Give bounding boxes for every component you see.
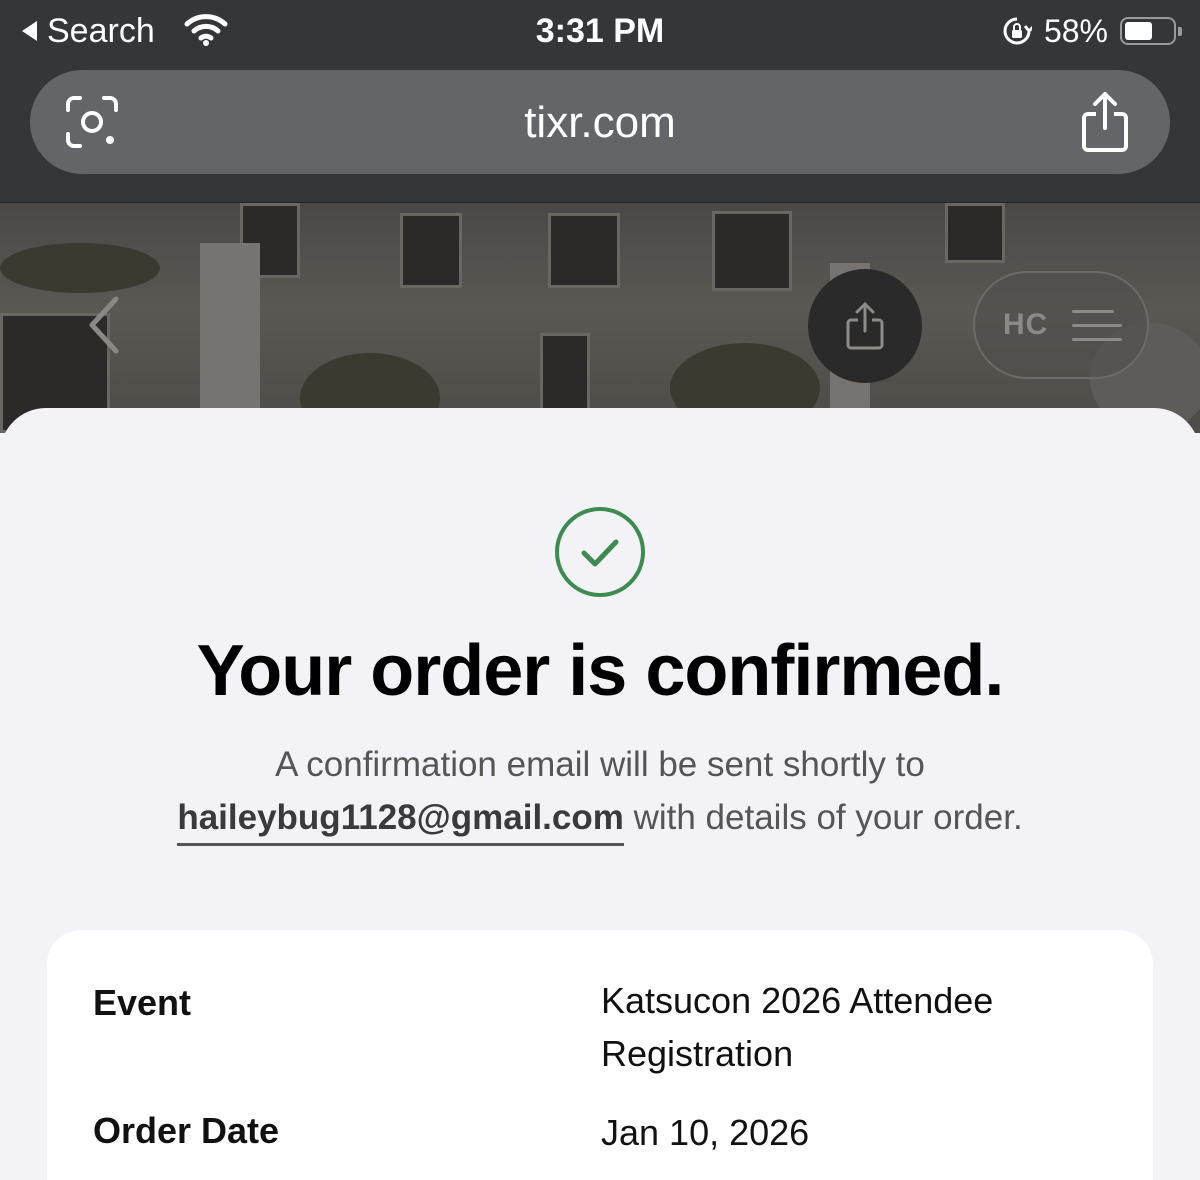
status-bar: Search 3:31 PM 58% — [0, 0, 1200, 62]
orientation-lock-icon — [1003, 17, 1032, 45]
event-share-button[interactable] — [808, 269, 922, 383]
detail-value-order-date: Jan 10, 2026 — [601, 1112, 810, 1153]
user-initials: HC — [1003, 308, 1049, 341]
detail-value-event: Katsucon 2026 Attendee Registration — [601, 980, 994, 1074]
back-chevron-icon[interactable] — [86, 295, 122, 355]
email-link[interactable]: haileybug1128@gmail.com — [177, 798, 624, 846]
page-title: Your order is confirmed. — [196, 631, 1005, 711]
battery-percent: 58% — [1043, 12, 1108, 49]
confirmation-message: A confirmation email will be sent shortl… — [60, 738, 1140, 846]
battery-icon — [1120, 17, 1182, 45]
address-bar[interactable]: tixr.com — [30, 70, 1170, 174]
detail-label-order-date: Order Date — [93, 1110, 280, 1151]
browser-toolbar: tixr.com — [0, 62, 1200, 203]
hamburger-icon — [1072, 309, 1123, 341]
order-details-card: Event Katsucon 2026 Attendee Registratio… — [47, 930, 1153, 1180]
share-icon — [846, 302, 884, 350]
status-right: 58% — [1002, 12, 1182, 50]
share-icon[interactable] — [1080, 90, 1130, 154]
account-menu-button[interactable]: HC — [973, 271, 1149, 379]
message-line1: A confirmation email will be sent shortl… — [275, 745, 925, 784]
url-text: tixr.com — [524, 98, 676, 147]
event-hero-image: HC — [0, 203, 1200, 433]
check-circle-icon — [555, 507, 645, 597]
detail-label-event: Event — [93, 982, 192, 1023]
confirmation-sheet: Your order is confirmed. A confirmation … — [0, 408, 1200, 1180]
message-suffix: with details of your order. — [623, 798, 1023, 837]
